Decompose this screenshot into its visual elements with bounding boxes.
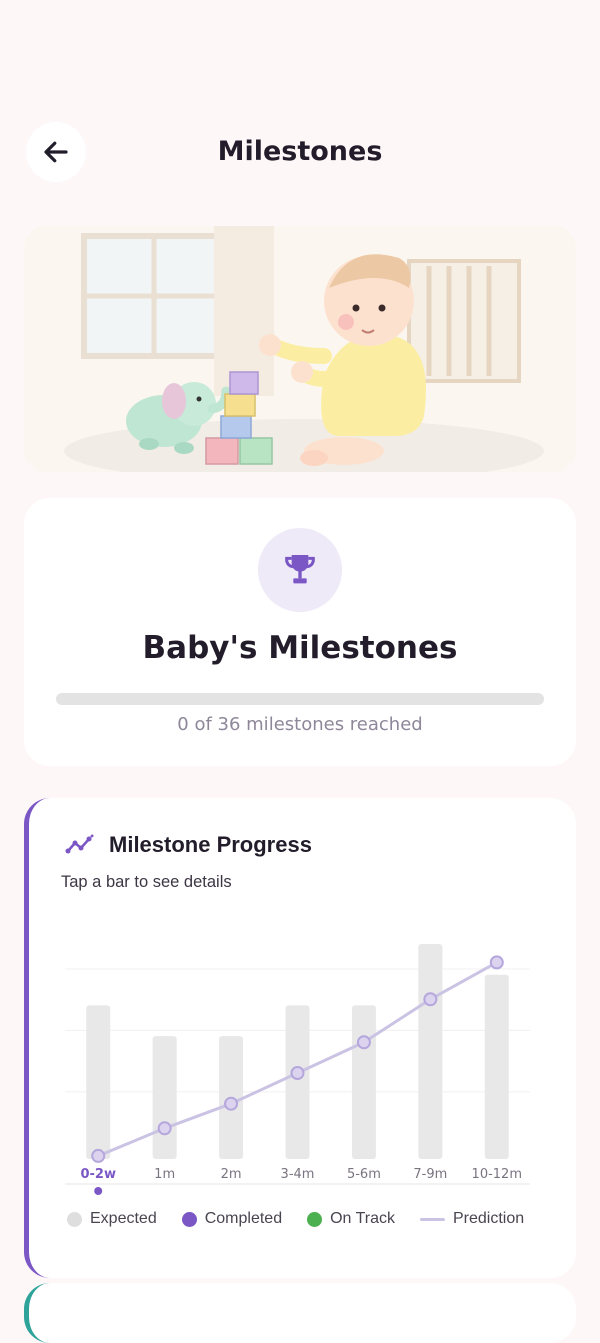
x-tick-label[interactable]: 10-12m (472, 1167, 522, 1182)
trophy-badge (258, 528, 342, 612)
page-title: Milestones (217, 136, 383, 167)
prediction-point (157, 1121, 172, 1136)
legend-item-expected: Expected (67, 1210, 157, 1228)
legend-label: Expected (90, 1210, 157, 1227)
x-tick-label[interactable]: 3-4m (281, 1167, 315, 1182)
expected-bar[interactable] (484, 974, 509, 1159)
summary-title: Baby's Milestones (142, 630, 458, 666)
legend-swatch (307, 1211, 323, 1227)
x-tick-label[interactable]: 7-9m (413, 1167, 447, 1182)
milestone-chart: 0-2w 1m 2m 3-4m 5-6m 7-9m 10-12m (65, 944, 530, 1195)
expected-bar[interactable] (351, 1005, 376, 1159)
expected-bar[interactable] (86, 1005, 111, 1159)
legend-swatch (67, 1211, 82, 1227)
legend-swatch (181, 1211, 197, 1227)
milestone-progress-text: 0 of 36 milestones reached (177, 714, 423, 735)
prediction-point (224, 1096, 239, 1111)
summary-card: Baby's Milestones 0 of 36 milestones rea… (24, 498, 576, 766)
prediction-point (91, 1148, 106, 1163)
trophy-icon (285, 555, 315, 584)
next-card (24, 1283, 576, 1343)
hero-illustration (24, 226, 576, 472)
selected-indicator-dot (94, 1187, 103, 1195)
legend-label: On Track (330, 1210, 395, 1227)
milestone-progress-bar (56, 693, 544, 705)
x-tick-label[interactable]: 2m (221, 1167, 242, 1182)
legend-item-completed: Completed (181, 1210, 283, 1228)
prediction-point (489, 955, 504, 970)
header: Milestones (0, 122, 600, 182)
expected-bar[interactable] (418, 944, 443, 1159)
legend-item-on-track: On Track (307, 1210, 395, 1228)
expected-bar[interactable] (152, 1036, 177, 1159)
x-tick-label[interactable]: 1m (154, 1167, 175, 1182)
milestone-progress-card: Milestone Progress Tap a bar to see deta… (24, 798, 576, 1278)
prediction-point (423, 992, 438, 1007)
chart-legend: Expected Completed On Track Prediction (67, 1210, 524, 1228)
x-tick-label[interactable]: 5-6m (347, 1167, 381, 1182)
legend-label: Completed (204, 1210, 283, 1227)
legend-label: Prediction (453, 1210, 525, 1227)
expected-bar[interactable] (285, 1005, 310, 1159)
prediction-point (356, 1035, 371, 1050)
prediction-point (290, 1066, 305, 1080)
legend-item-prediction: Prediction (420, 1210, 524, 1228)
legend-swatch (420, 1217, 445, 1221)
x-tick-label[interactable]: 0-2w (80, 1167, 116, 1182)
